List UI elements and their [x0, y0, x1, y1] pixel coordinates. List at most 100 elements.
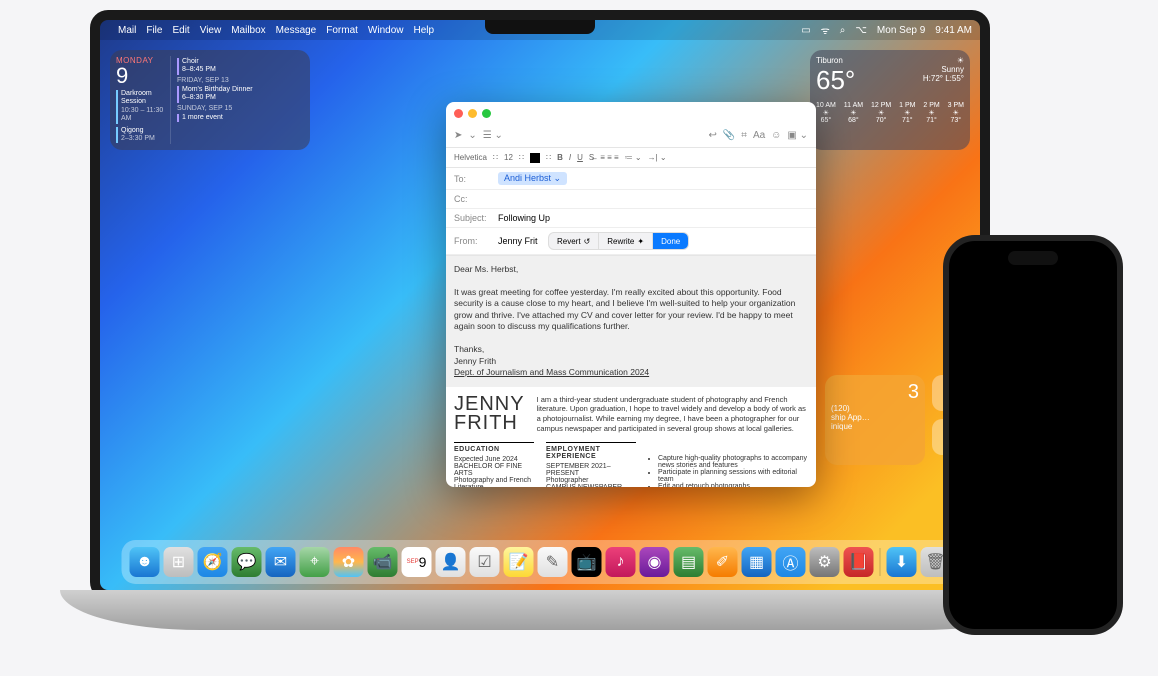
calendar-icon[interactable]: SEP9 [402, 547, 432, 577]
revert-button[interactable]: Revert ↺ [549, 233, 598, 249]
weather-widget[interactable]: Tiburon 65° ☀︎ Sunny H:72° L:55° 10 AM☀︎… [810, 50, 970, 150]
contacts-icon[interactable]: 👤 [436, 547, 466, 577]
menu-view[interactable]: View [200, 25, 222, 36]
reminders-widget[interactable]: 3 (120) ship App… inique [825, 375, 925, 465]
font-select[interactable]: Helvetica [454, 153, 487, 162]
finder-icon[interactable]: ☻ [130, 547, 160, 577]
resume-section-header: EMPLOYMENT EXPERIENCE [546, 442, 636, 460]
photos-icon[interactable]: ✿ [334, 547, 364, 577]
emoji-icon[interactable]: ☺︎ [771, 130, 781, 141]
menu-format[interactable]: Format [326, 25, 358, 36]
indent-button[interactable]: →| ⌄ [648, 153, 667, 162]
undo-icon: ↺ [584, 237, 591, 246]
send-icon[interactable]: ➤ [454, 130, 462, 141]
zoom-button[interactable] [482, 109, 491, 118]
header-fields-icon[interactable]: ☰ ⌄ [483, 130, 503, 141]
podcasts-icon[interactable]: ◉ [640, 547, 670, 577]
reply-icon[interactable]: ↩︎ [708, 130, 716, 141]
underline-button[interactable]: U [577, 153, 583, 162]
calendar-event: Choir 8–8:45 PM [177, 58, 304, 75]
link-icon[interactable]: ⌗ [741, 130, 747, 141]
calendar-section-header: SUNDAY, SEP 15 [177, 105, 304, 112]
wifi-icon[interactable]: ᯤ [821, 23, 830, 37]
format-icon[interactable]: Aa [753, 130, 765, 141]
battery-icon[interactable]: ▭ [801, 25, 810, 36]
chevron-down-icon[interactable]: ⌄ [468, 130, 476, 141]
reminder-item: inique [831, 422, 919, 431]
to-label: To: [454, 174, 492, 184]
resume-section-header: EDUCATION [454, 442, 534, 453]
calendar-event: Mom's Birthday Dinner 6–8:30 PM [177, 86, 304, 103]
weather-condition: Sunny [923, 65, 964, 74]
minimize-button[interactable] [468, 109, 477, 118]
notes-icon[interactable]: 📝 [504, 547, 534, 577]
calendar-event: Qigong 2–3:30 PM [116, 127, 166, 144]
close-button[interactable] [454, 109, 463, 118]
strike-button[interactable]: S̶ [589, 153, 594, 162]
reminders-count: 3 [831, 381, 919, 404]
list-button[interactable]: ≔ ⌄ [625, 153, 642, 162]
calendar-widget[interactable]: MONDAY 9 Darkroom Session 10:30 – 11:30 … [110, 50, 310, 150]
mail-toolbar: ➤ ⌄ ☰ ⌄ ↩︎ 📎 ⌗ Aa ☺︎ ▣ ⌄ [446, 124, 816, 148]
window-titlebar[interactable] [446, 102, 816, 124]
menu-edit[interactable]: Edit [172, 25, 189, 36]
freeform-icon[interactable]: ✎ [538, 547, 568, 577]
appstore-icon[interactable]: Ⓐ [776, 547, 806, 577]
control-center-icon[interactable]: ⌥ [855, 25, 867, 36]
sparkle-icon: ✦ [637, 237, 644, 246]
iphone-device [943, 235, 1123, 635]
reminders-icon[interactable]: ☑︎ [470, 547, 500, 577]
sun-icon: ☀︎ [923, 56, 964, 65]
messages-icon[interactable]: 💬 [232, 547, 262, 577]
writing-tools-bar: Revert ↺ Rewrite ✦ Done [548, 232, 689, 250]
align-buttons[interactable]: ≡ ≡ ≡ [600, 153, 618, 162]
numbers-icon[interactable]: ▤ [674, 547, 704, 577]
pages-icon[interactable]: ✐ [708, 547, 738, 577]
calendar-more: 1 more event [177, 114, 304, 122]
resume-attachment[interactable]: JENNY FRITH I am a third-year student un… [446, 387, 816, 487]
cc-label: Cc: [454, 194, 492, 204]
settings-icon[interactable]: ⚙︎ [810, 547, 840, 577]
bold-button[interactable]: B [557, 153, 563, 162]
cc-field[interactable] [498, 194, 808, 204]
reminder-item: ship App… [831, 413, 919, 422]
weather-temp: 65° [816, 65, 855, 96]
mail-body-text[interactable]: Dear Ms. Herbst, It was great meeting fo… [446, 256, 816, 387]
recipient-chip[interactable]: Andi Herbst ⌄ [498, 172, 567, 185]
done-button[interactable]: Done [653, 233, 688, 249]
menubar-time[interactable]: 9:41 AM [935, 25, 972, 36]
calendar-section-header: FRIDAY, SEP 13 [177, 77, 304, 84]
italic-button[interactable]: I [569, 153, 571, 162]
menu-file[interactable]: File [146, 25, 162, 36]
resume-employment-text: SEPTEMBER 2021–PRESENT Photographer CAMP… [546, 463, 636, 487]
calendar-event: Darkroom Session 10:30 – 11:30 AM [116, 90, 166, 124]
menu-mailbox[interactable]: Mailbox [231, 25, 265, 36]
weather-hourly: 10 AM☀︎65° 11 AM☀︎68° 12 PM☀︎70° 1 PM☀︎7… [816, 102, 964, 124]
maps-icon[interactable]: ⌖ [300, 547, 330, 577]
dictionary-icon[interactable]: 📕 [844, 547, 874, 577]
safari-icon[interactable]: 🧭 [198, 547, 228, 577]
from-field[interactable]: Jenny Frith [498, 236, 538, 246]
menubar-date[interactable]: Mon Sep 9 [877, 25, 925, 36]
app-menu[interactable]: Mail [118, 25, 136, 36]
weather-hilo: H:72° L:55° [923, 74, 964, 83]
launchpad-icon[interactable]: ⊞ [164, 547, 194, 577]
font-size-select[interactable]: 12 [504, 153, 513, 162]
resume-education-text: Expected June 2024 BACHELOR OF FINE ARTS… [454, 456, 534, 487]
search-icon[interactable]: ⌕ [840, 25, 846, 36]
menu-help[interactable]: Help [414, 25, 435, 36]
photo-browser-icon[interactable]: ▣ ⌄ [787, 130, 808, 141]
subject-field[interactable]: Following Up [498, 213, 550, 223]
facetime-icon[interactable]: 📹 [368, 547, 398, 577]
music-icon[interactable]: ♪ [606, 547, 636, 577]
rewrite-button[interactable]: Rewrite ✦ [598, 233, 653, 249]
color-swatch[interactable] [530, 153, 540, 163]
mail-icon[interactable]: ✉︎ [266, 547, 296, 577]
menu-window[interactable]: Window [368, 25, 404, 36]
dynamic-island [1008, 251, 1058, 265]
menu-message[interactable]: Message [276, 25, 317, 36]
keynote-icon[interactable]: ▦ [742, 547, 772, 577]
downloads-icon[interactable]: ⬇︎ [887, 547, 917, 577]
attach-icon[interactable]: 📎 [723, 130, 735, 141]
tv-icon[interactable]: 📺 [572, 547, 602, 577]
